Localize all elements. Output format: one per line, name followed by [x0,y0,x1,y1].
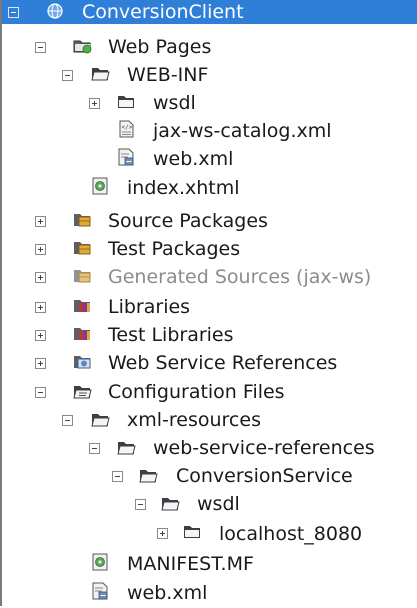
project-tree: ConversionClient Web Pages WEB-INF wsdl [0,0,417,606]
tree-node-web-service-references[interactable]: Web Service References [0,350,417,378]
tree-node-jax-ws-catalog[interactable]: </> jax-ws-catalog.xml [0,118,417,146]
expand-icon[interactable] [35,302,46,313]
tree-node-test-packages[interactable]: Test Packages [0,236,417,264]
tree-node-label: Web Pages [108,36,212,58]
library-icon [74,328,90,340]
tree-node-label: MANIFEST.MF [127,553,254,575]
tree-node-label: Libraries [108,296,191,318]
tree-node-label: web.xml [153,148,234,170]
tree-node-xml-resources[interactable]: xml-resources [0,408,417,436]
tree-node-label: WEB-INF [127,64,209,86]
tree-node-index-xhtml[interactable]: index.xhtml [0,174,417,202]
tree-node-web-xml-config[interactable]: web.xml [0,580,417,608]
folder-open-icon [139,470,158,483]
tree-node-label: ConversionClient [82,1,244,23]
collapse-icon[interactable] [8,7,19,18]
tree-node-web-service-refs-folder[interactable]: web-service-references [0,436,417,464]
collapse-icon[interactable] [89,443,100,454]
tree-node-label: Web Service References [108,352,338,374]
package-folder-icon [74,242,91,255]
expand-icon[interactable] [35,358,46,369]
tree-node-configuration-files[interactable]: Configuration Files [0,380,417,408]
expand-icon[interactable] [35,244,46,255]
expand-icon[interactable] [35,216,46,227]
expand-icon[interactable] [89,98,100,109]
web-folder-icon [73,40,92,54]
tree-node-manifest[interactable]: MANIFEST.MF [0,550,417,578]
folder-open-icon [161,498,180,511]
tree-node-label: xml-resources [127,409,261,431]
tree-node-wsdl[interactable]: wsdl [0,90,417,118]
tree-node-web-pages[interactable]: Web Pages [0,34,417,62]
tree-node-conversion-service[interactable]: ConversionService [0,464,417,492]
collapse-icon[interactable] [35,42,46,53]
tree-node-label: index.xhtml [127,177,240,199]
library-icon [74,300,90,312]
tree-node-label: Generated Sources (jax-ws) [108,266,372,288]
tree-node-localhost[interactable]: localhost_8080 [0,520,417,548]
collapse-icon[interactable] [135,499,146,510]
config-folder-icon [73,386,92,399]
package-folder-icon [74,214,91,227]
tree-node-label: web-service-references [153,437,375,459]
tree-node-web-xml[interactable]: web.xml [0,146,417,174]
folder-closed-icon [118,96,134,108]
folder-open-icon [91,68,110,81]
web-service-icon [74,356,91,369]
xml-file-icon: </> [119,120,134,138]
tree-node-test-libraries[interactable]: Test Libraries [0,322,417,350]
config-file-icon [118,148,134,166]
config-file-icon [92,582,108,600]
tree-node-generated-sources[interactable]: Generated Sources (jax-ws) [0,264,417,292]
expand-icon[interactable] [157,528,168,539]
tree-node-label: jax-ws-catalog.xml [153,120,332,142]
package-folder-icon [74,270,91,283]
folder-open-icon [117,442,136,455]
tree-node-label: wsdl [153,92,196,114]
manifest-file-icon [92,553,108,571]
tree-node-label: localhost_8080 [219,523,363,545]
tree-node-wsdl-config[interactable]: wsdl [0,492,417,520]
svg-text:</>: </> [122,124,133,131]
folder-closed-icon [184,526,200,538]
tree-node-libraries[interactable]: Libraries [0,294,417,322]
expand-icon[interactable] [35,272,46,283]
collapse-icon[interactable] [62,70,73,81]
folder-open-icon [91,414,110,427]
tree-node-source-packages[interactable]: Source Packages [0,208,417,236]
tree-node-label: Test Libraries [108,324,234,346]
tree-node-label: Source Packages [108,210,268,232]
globe-project-icon [47,3,63,19]
collapse-icon[interactable] [62,415,73,426]
tree-node-label: web.xml [127,582,208,604]
tree-node-label: wsdl [197,493,240,515]
tree-node-label: ConversionService [176,465,353,487]
expand-icon[interactable] [35,330,46,341]
collapse-icon[interactable] [35,387,46,398]
collapse-icon[interactable] [112,471,123,482]
tree-node-root[interactable]: ConversionClient [0,0,417,24]
tree-node-label: Test Packages [108,238,241,260]
tree-node-label: Configuration Files [108,381,285,403]
html-file-icon [92,177,108,195]
tree-node-web-inf[interactable]: WEB-INF [0,62,417,90]
